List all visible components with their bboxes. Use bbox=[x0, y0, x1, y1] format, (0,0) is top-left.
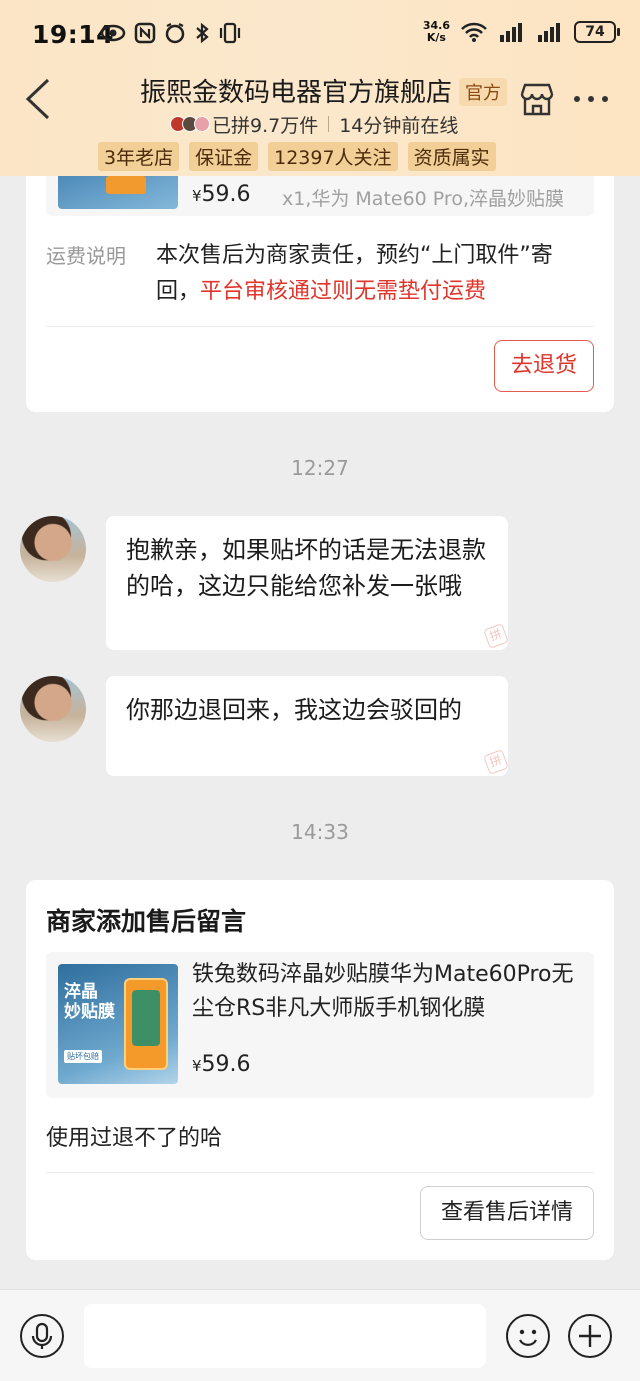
buyer-avatars bbox=[170, 116, 210, 132]
product-image: 淬晶 妙贴膜 贴坏包赔 bbox=[58, 964, 178, 1084]
bluetooth-icon bbox=[196, 22, 209, 44]
emoji-icon[interactable] bbox=[506, 1314, 550, 1358]
aftersale-card: 商家添加售后留言 淬晶 妙贴膜 贴坏包赔 铁兔数码淬晶妙贴膜华为Mate60Pro… bbox=[26, 880, 614, 1260]
timestamp: 12:27 bbox=[291, 456, 349, 480]
product-box[interactable]: 淬晶 妙贴膜 贴坏包赔 铁兔数码淬晶妙贴膜华为Mate60Pro无尘仓RS非凡大师… bbox=[46, 952, 594, 1098]
stats-divider bbox=[328, 116, 330, 132]
status-icons bbox=[100, 22, 242, 44]
product-price: ¥59.6 bbox=[192, 1052, 251, 1077]
shop-tag: 资质属实 bbox=[407, 142, 496, 171]
signal-icon bbox=[500, 23, 522, 42]
shop-tag: 保证金 bbox=[189, 142, 259, 171]
vibrate-icon bbox=[219, 22, 241, 44]
official-badge: 官方 bbox=[459, 78, 507, 106]
battery-indicator: 74 bbox=[574, 21, 620, 43]
input-bar bbox=[0, 1289, 640, 1381]
eye-icon bbox=[100, 24, 126, 42]
product-price: ¥59.6 bbox=[192, 182, 251, 207]
shipping-text: 本次售后为商家责任，预约“上门取件”寄回，平台审核通过则无需垫付运费 bbox=[156, 243, 553, 304]
stamp-icon: 拼 bbox=[483, 749, 509, 775]
message-bubble: 你那边退回来，我这边会驳回的 拼 bbox=[106, 676, 509, 776]
message-input[interactable] bbox=[84, 1304, 486, 1368]
status-right: 34.6 K/s 74 bbox=[423, 20, 620, 44]
plus-icon[interactable] bbox=[568, 1314, 612, 1358]
online-status: 14分钟前在线 bbox=[339, 114, 459, 137]
store-icon[interactable] bbox=[518, 80, 556, 118]
message-text: 你那边退回来，我这边会驳回的 bbox=[126, 696, 462, 724]
card-divider bbox=[46, 1172, 594, 1173]
message-bubble: 抱歉亲，如果贴坏的话是无法退款的哈，这边只能给您补发一张哦 拼 bbox=[106, 516, 509, 650]
status-bar: 19:14 34.6 K/s 74 bbox=[0, 0, 640, 72]
shop-tag: 12397人关注 bbox=[268, 142, 398, 171]
alarm-icon bbox=[165, 23, 185, 44]
aftersale-title: 商家添加售后留言 bbox=[46, 907, 247, 936]
product-name: 铁兔数码淬晶妙贴膜华为Mate60Pro无尘仓RS非凡大师版手机钢化膜 bbox=[192, 962, 574, 1021]
wifi-icon bbox=[461, 22, 487, 42]
more-icon[interactable] bbox=[574, 96, 616, 108]
return-goods-button[interactable]: 去退货 bbox=[494, 340, 594, 392]
shipping-highlight: 平台审核通过则无需垫付运费 bbox=[200, 279, 487, 304]
chat-header: 19:14 34.6 K/s 74 振熙金数码电器官方旗舰店 官方 已拼9.7万… bbox=[0, 0, 640, 176]
signal-icon-2 bbox=[538, 23, 560, 42]
shop-title[interactable]: 振熙金数码电器官方旗舰店 bbox=[140, 72, 455, 109]
timestamp: 14:33 bbox=[291, 820, 349, 844]
group-buy-count: 已拼9.7万件 bbox=[212, 114, 319, 137]
nfc-icon bbox=[134, 22, 156, 44]
card-divider bbox=[46, 326, 594, 327]
message-text: 抱歉亲，如果贴坏的话是无法退款的哈，这边只能给您补发一张哦 bbox=[126, 536, 486, 600]
product-spec: x1,华为 Mate60 Pro,淬晶妙贴膜 bbox=[282, 188, 564, 210]
return-card: ¥59.6 x1,华为 Mate60 Pro,淬晶妙贴膜 运费说明 本次售后为商… bbox=[26, 150, 614, 412]
shop-stats: 已拼9.7万件 14分钟前在线 bbox=[170, 110, 458, 138]
speed-unit: K/s bbox=[426, 31, 446, 44]
avatar[interactable] bbox=[20, 676, 86, 742]
voice-icon[interactable] bbox=[20, 1314, 64, 1358]
product-image-title: 淬晶 妙贴膜 bbox=[64, 982, 115, 1022]
stamp-icon: 拼 bbox=[483, 623, 509, 649]
shop-tag: 3年老店 bbox=[98, 142, 180, 171]
network-speed: 34.6 K/s bbox=[423, 20, 450, 44]
shop-tags: 3年老店 保证金 12397人关注 资质属实 bbox=[98, 142, 496, 171]
view-aftersale-details-button[interactable]: 查看售后详情 bbox=[420, 1186, 594, 1240]
aftersale-message: 使用过退不了的哈 bbox=[46, 1126, 223, 1151]
shipping-label: 运费说明 bbox=[46, 244, 126, 268]
avatar[interactable] bbox=[20, 516, 86, 582]
